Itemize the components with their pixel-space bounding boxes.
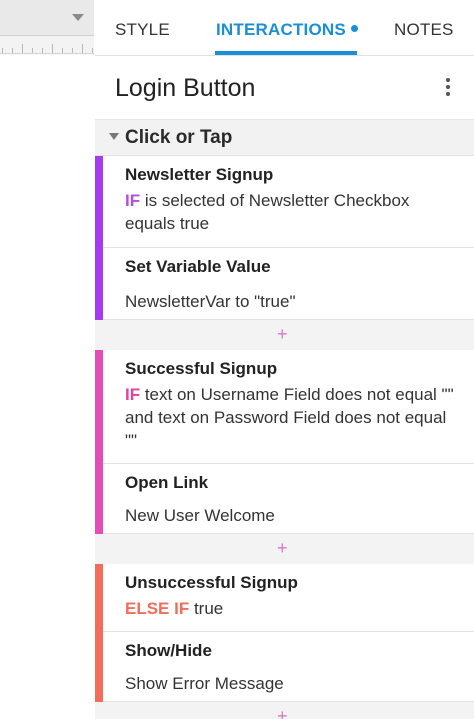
widget-title: Login Button (115, 74, 256, 102)
tab-interactions[interactable]: INTERACTIONS (216, 20, 358, 40)
add-case-row: + (95, 534, 474, 564)
case-newsletter-signup[interactable]: Newsletter Signup IF is selected of News… (95, 156, 474, 320)
case-condition-block[interactable]: Newsletter Signup IF is selected of News… (103, 156, 474, 248)
tab-interactions-label: INTERACTIONS (216, 20, 346, 39)
case-unsuccessful-signup[interactable]: Unsuccessful Signup ELSE IF true Show/Hi… (95, 564, 474, 702)
case-condition: IF text on Username Field does not equal… (125, 383, 462, 452)
case-name: Successful Signup (125, 359, 278, 378)
panel-tabs: STYLE INTERACTIONS NOTES (95, 0, 474, 56)
case-color-bar (95, 350, 103, 534)
add-case-plus-icon[interactable]: + (277, 324, 288, 345)
action-title: Open Link (125, 473, 209, 492)
interactions-panel: STYLE INTERACTIONS NOTES Login Button Cl… (95, 0, 474, 719)
action-block[interactable]: Set Variable Value NewsletterVar to "tru… (103, 248, 474, 320)
more-vertical-icon[interactable] (444, 78, 452, 98)
widget-header: Login Button (95, 56, 474, 120)
case-condition-block[interactable]: Unsuccessful Signup ELSE IF true (103, 564, 474, 632)
condition-text: true (189, 599, 224, 618)
add-case-row: + (95, 320, 474, 350)
condition-keyword: ELSE IF (125, 599, 190, 618)
indicator-dot-icon (350, 25, 358, 33)
case-color-bar (95, 156, 103, 320)
add-case-plus-icon[interactable]: + (277, 538, 288, 559)
page-dropdown[interactable] (0, 0, 94, 36)
condition-text: is selected of Newsletter Checkbox equal… (125, 191, 410, 233)
case-condition: ELSE IF true (125, 597, 462, 620)
action-text: Show Error Message (125, 674, 284, 693)
case-color-bar (95, 564, 103, 702)
action-title: Show/Hide (125, 641, 212, 660)
case-name: Unsuccessful Signup (125, 573, 298, 592)
tab-style[interactable]: STYLE (115, 20, 170, 40)
add-case-plus-icon[interactable]: + (277, 706, 288, 719)
event-click-or-tap[interactable]: Click or Tap (95, 120, 474, 156)
add-case-row: + (95, 702, 474, 719)
action-text: NewsletterVar to "true" (125, 292, 296, 311)
case-successful-signup[interactable]: Successful Signup IF text on Username Fi… (95, 350, 474, 534)
tab-notes[interactable]: NOTES (394, 20, 454, 40)
action-block[interactable]: Show/Hide Show Error Message (103, 632, 474, 702)
chevron-down-icon[interactable] (72, 14, 84, 21)
case-condition: IF is selected of Newsletter Checkbox eq… (125, 189, 462, 235)
collapse-caret-icon[interactable] (109, 133, 119, 140)
horizontal-ruler (0, 36, 94, 54)
condition-keyword: IF (125, 385, 141, 404)
action-text: New User Welcome (125, 506, 275, 525)
case-condition-block[interactable]: Successful Signup IF text on Username Fi… (103, 350, 474, 464)
event-label: Click or Tap (125, 127, 233, 148)
condition-text: text on Username Field does not equal ""… (125, 385, 454, 450)
condition-keyword: IF (125, 191, 141, 210)
action-title: Set Variable Value (125, 257, 271, 276)
canvas-area (0, 0, 94, 719)
case-name: Newsletter Signup (125, 165, 274, 184)
action-block[interactable]: Open Link New User Welcome (103, 464, 474, 534)
active-tab-underline (215, 51, 357, 55)
canvas[interactable] (0, 55, 94, 719)
